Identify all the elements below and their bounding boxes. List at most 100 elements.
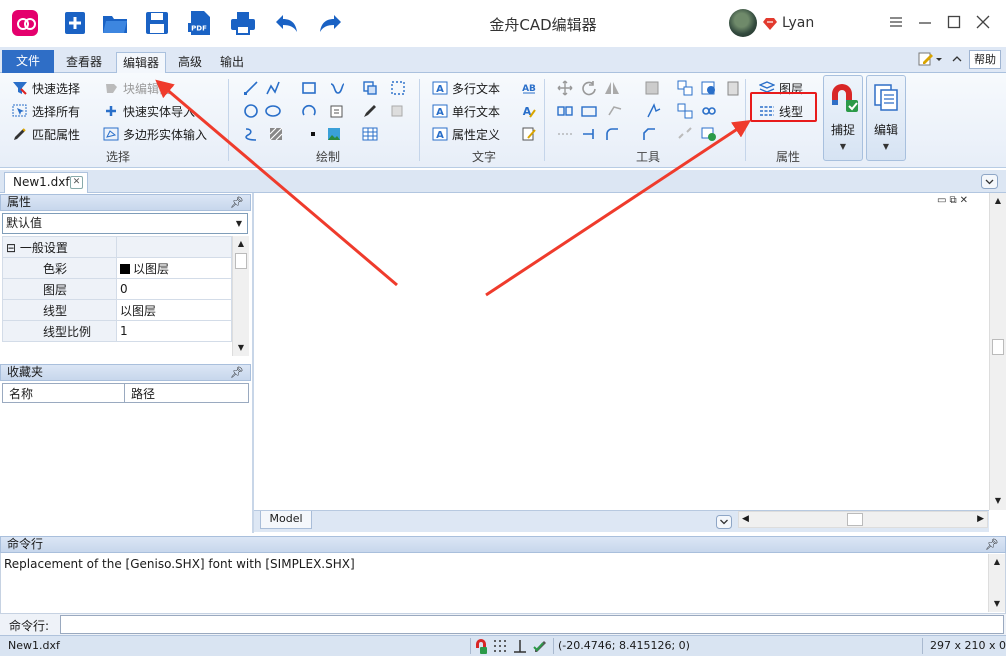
dim-linear-icon[interactable]: [557, 126, 573, 142]
layout-list-icon[interactable]: [716, 515, 732, 529]
collapse-ribbon-icon[interactable]: [951, 53, 963, 65]
disabled-draw-icon[interactable]: [390, 103, 406, 119]
table-row[interactable]: 图层 0: [2, 278, 232, 300]
scale-icon[interactable]: [581, 103, 597, 119]
scroll-down-icon[interactable]: ▼: [233, 340, 249, 356]
close-icon[interactable]: [975, 14, 991, 30]
snap-toggle-icon[interactable]: [474, 638, 488, 654]
move-icon[interactable]: [557, 80, 573, 96]
insert-block-icon[interactable]: [329, 103, 345, 119]
quick-select-button[interactable]: 快速选择: [12, 78, 80, 98]
hatch-region-icon[interactable]: [390, 80, 406, 96]
document-tab[interactable]: New1.dxf ✕: [4, 172, 88, 193]
rotate-icon[interactable]: [581, 80, 597, 96]
edit-button[interactable]: 编辑 ▼: [866, 75, 906, 161]
table-row[interactable]: 色彩 以图层: [2, 257, 232, 279]
hatch-tool-icon[interactable]: [268, 126, 284, 142]
close-tab-icon[interactable]: ✕: [70, 176, 83, 189]
line-tool-icon[interactable]: [243, 80, 259, 96]
export-selection-icon[interactable]: [701, 126, 717, 142]
polygon-entity-input-button[interactable]: 多边形实体输入: [103, 124, 207, 144]
scroll-down-icon[interactable]: ▼: [989, 596, 1005, 612]
edit-dropdown-arrow[interactable]: ▼: [867, 142, 905, 151]
scroll-thumb[interactable]: [235, 253, 247, 269]
mdi-window-controls[interactable]: ▭⧉✕: [937, 195, 971, 206]
command-scrollbar[interactable]: ▲ ▼: [988, 554, 1005, 612]
rectangle-tool-icon[interactable]: [301, 80, 317, 96]
section-header[interactable]: ⊟ 一般设置: [2, 236, 117, 258]
tab-output[interactable]: 输出: [214, 52, 250, 73]
circle-tool-icon[interactable]: [243, 103, 259, 119]
trim-icon[interactable]: [607, 103, 623, 119]
chamfer-icon[interactable]: [641, 126, 657, 142]
command-input[interactable]: [60, 615, 1004, 634]
snap-button[interactable]: 捕捉 ▼: [823, 75, 863, 161]
avatar[interactable]: [729, 9, 757, 37]
column-header-path[interactable]: 路径: [124, 383, 249, 403]
pin-icon[interactable]: 📌︎: [230, 195, 244, 210]
break-icon[interactable]: [677, 126, 693, 142]
scroll-thumb[interactable]: [847, 513, 863, 526]
dim-aligned-icon[interactable]: [581, 126, 597, 142]
image-tool-icon[interactable]: [326, 126, 342, 142]
column-header-name[interactable]: 名称: [2, 383, 125, 403]
refresh-icon[interactable]: [701, 80, 717, 96]
prop-value[interactable]: 以图层: [116, 299, 232, 321]
minimize-icon[interactable]: [917, 14, 933, 30]
freehand-tool-icon[interactable]: [243, 126, 259, 142]
block-edit-button[interactable]: 块编辑器: [103, 78, 171, 98]
attdef-button[interactable]: A 属性定义: [432, 124, 500, 144]
group-icon[interactable]: [677, 80, 693, 96]
snap-dropdown-arrow[interactable]: ▼: [824, 142, 862, 151]
scroll-left-icon[interactable]: ◀: [742, 512, 749, 527]
maximize-icon[interactable]: [946, 14, 962, 30]
tab-advanced[interactable]: 高级: [172, 52, 208, 73]
canvas-hscrollbar[interactable]: ◀ ▶: [738, 511, 988, 528]
properties-combo[interactable]: 默认值 ▼: [2, 213, 248, 234]
spline-tool-icon[interactable]: [329, 80, 345, 96]
canvas-vscrollbar[interactable]: ▲ ▼: [989, 193, 1006, 510]
scroll-up-icon[interactable]: ▲: [990, 193, 1006, 209]
style-dropdown-icon[interactable]: [917, 51, 943, 67]
properties-scrollbar[interactable]: ▲ ▼: [232, 236, 249, 356]
quick-entity-import-button[interactable]: 快速实体导入: [103, 101, 195, 121]
grid-toggle-icon[interactable]: [493, 639, 507, 653]
pin-icon[interactable]: 📌︎: [230, 365, 244, 380]
section-toggle-icon[interactable]: ⊟: [6, 241, 16, 255]
tab-list-icon[interactable]: [981, 174, 998, 189]
help-button[interactable]: 帮助: [969, 50, 1001, 69]
tab-editor[interactable]: 编辑器: [116, 52, 166, 73]
pen-tool-icon[interactable]: [362, 103, 378, 119]
scroll-up-icon[interactable]: ▲: [233, 236, 249, 252]
prop-value[interactable]: 0: [116, 278, 232, 300]
stretch-icon[interactable]: [557, 103, 573, 119]
scroll-up-icon[interactable]: ▲: [989, 554, 1005, 570]
select-all-button[interactable]: 选择所有: [12, 101, 80, 121]
osnap-toggle-icon[interactable]: [532, 638, 548, 654]
ortho-toggle-icon[interactable]: [513, 639, 527, 653]
clipboard-icon[interactable]: [725, 80, 741, 96]
link-icon[interactable]: [701, 103, 717, 119]
user-name[interactable]: Lyan: [782, 15, 814, 31]
scroll-right-icon[interactable]: ▶: [977, 512, 984, 527]
fillet-icon[interactable]: [604, 126, 620, 142]
text-edit-icon[interactable]: A: [521, 103, 537, 119]
scroll-thumb[interactable]: [992, 339, 1004, 355]
pin-icon[interactable]: 📌︎: [985, 537, 999, 552]
arc-tool-icon[interactable]: [301, 103, 317, 119]
chevron-down-icon[interactable]: ▼: [231, 214, 247, 233]
point-tool-icon[interactable]: [305, 126, 321, 142]
table-row[interactable]: 线型比例 1: [2, 320, 232, 342]
prop-value[interactable]: 1: [116, 320, 232, 342]
tab-file[interactable]: 文件: [2, 50, 54, 73]
polyline-tool-icon[interactable]: [265, 80, 281, 96]
array-icon[interactable]: [644, 80, 660, 96]
copy-tool-icon[interactable]: [362, 80, 378, 96]
prop-value[interactable]: 以图层: [116, 257, 232, 279]
stext-button[interactable]: A 单行文本: [432, 101, 500, 121]
ellipse-tool-icon[interactable]: [265, 103, 281, 119]
drawing-canvas[interactable]: [254, 193, 989, 510]
explode-icon[interactable]: [646, 103, 662, 119]
scroll-down-icon[interactable]: ▼: [990, 493, 1006, 509]
tab-viewer[interactable]: 查看器: [60, 52, 108, 73]
